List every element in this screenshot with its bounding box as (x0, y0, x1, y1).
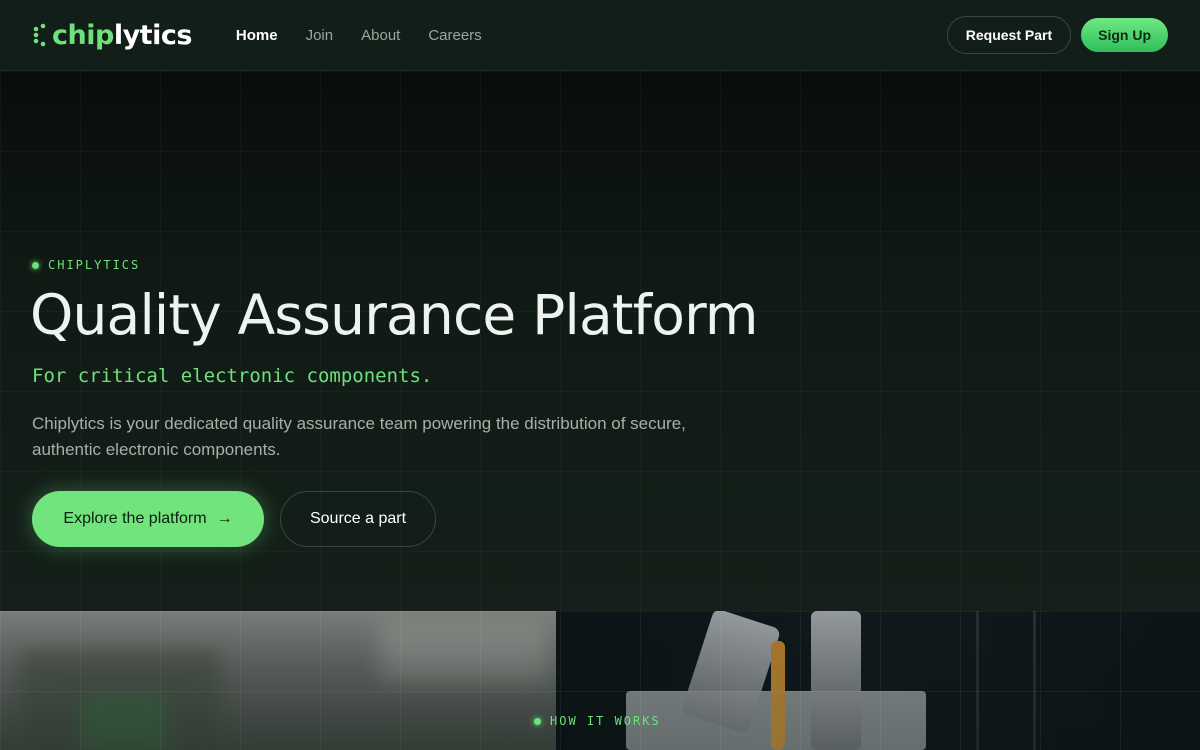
section-eyebrow: HOW IT WORKS (534, 714, 661, 728)
site-header: chiplytics Home Join About Careers Reque… (0, 0, 1200, 71)
chip-logo-icon (33, 23, 46, 47)
source-part-button[interactable]: Source a part (280, 491, 436, 547)
nav-careers[interactable]: Careers (428, 27, 481, 44)
hero-title: Quality Assurance Platform (30, 283, 759, 347)
logo[interactable]: chiplytics (32, 0, 192, 71)
hero-subtitle: For critical electronic components. (32, 365, 433, 387)
how-it-works-section: HOW IT WORKS (0, 611, 1200, 750)
hero-eyebrow-text: CHIPLYTICS (48, 258, 141, 272)
nav-about[interactable]: About (361, 27, 400, 44)
logo-text-rest: lytics (113, 19, 193, 51)
logo-text: chiplytics (52, 20, 192, 51)
status-dot-icon (32, 261, 39, 269)
hero-description: Chiplytics is your dedicated quality ass… (32, 414, 686, 459)
request-part-button[interactable]: Request Part (946, 16, 1072, 54)
nav-join[interactable]: Join (306, 27, 334, 44)
nav-home[interactable]: Home (236, 27, 278, 44)
sign-up-button[interactable]: Sign Up (1081, 18, 1168, 52)
logo-text-accent: chip (52, 19, 114, 51)
arrow-right-icon: → (216, 510, 233, 527)
hero-eyebrow: CHIPLYTICS (32, 258, 140, 272)
header-actions: Request Part Sign Up (946, 16, 1168, 54)
main-nav: Home Join About Careers (236, 27, 510, 44)
explore-platform-label: Explore the platform (63, 510, 207, 527)
explore-platform-button[interactable]: Explore the platform → (32, 491, 264, 547)
status-dot-icon (534, 717, 541, 725)
hero-section: CHIPLYTICS Quality Assurance Platform Fo… (0, 71, 1200, 611)
section-eyebrow-text: HOW IT WORKS (550, 714, 661, 728)
